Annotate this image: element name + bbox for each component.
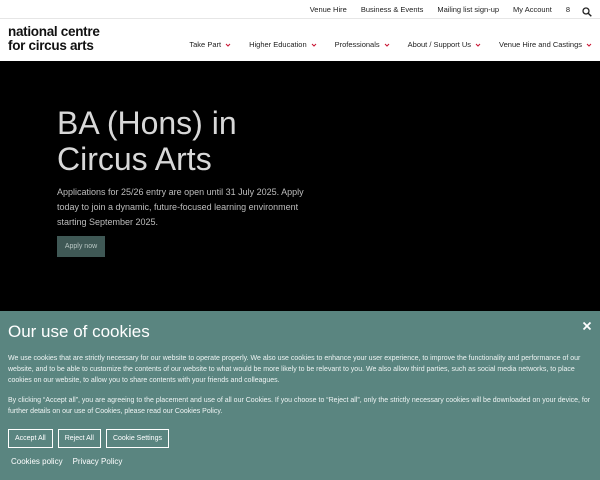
nav-menu: Take Part Higher Education Professionals… xyxy=(171,40,592,49)
nav-item-label: About / Support Us xyxy=(407,40,472,49)
cookie-settings-button[interactable]: Cookie Settings xyxy=(105,429,169,448)
nav-item-label: Professionals xyxy=(334,40,380,49)
nav-item-label: Venue Hire and Castings xyxy=(499,40,582,49)
hero-title-line-1: BA (Hons) in xyxy=(57,105,237,141)
site-logo[interactable]: national centre for circus arts xyxy=(8,25,100,53)
logo-line-2: for circus arts xyxy=(8,38,94,53)
topbar-link-mailing-list[interactable]: Mailing list sign-up xyxy=(437,5,499,14)
cookie-banner-title: Our use of cookies xyxy=(8,322,150,341)
cookies-policy-link[interactable]: Cookies policy xyxy=(11,457,63,466)
nav-item-professionals[interactable]: Professionals xyxy=(335,40,390,49)
hero-title: BA (Hons) in Circus Arts xyxy=(57,105,357,177)
nav-item-take-part[interactable]: Take Part xyxy=(189,40,231,49)
chevron-down-icon xyxy=(475,43,481,47)
topbar-link-my-account[interactable]: My Account xyxy=(513,5,552,14)
main-navigation: national centre for circus arts Take Par… xyxy=(0,19,600,61)
cookie-links: Cookies policy Privacy Policy xyxy=(11,457,132,466)
logo-line-1: national centre xyxy=(8,24,100,39)
accept-all-button[interactable]: Accept All xyxy=(8,429,53,448)
nav-item-label: Higher Education xyxy=(249,40,307,49)
top-utility-bar: Venue Hire Business & Events Mailing lis… xyxy=(0,0,600,19)
reject-all-button[interactable]: Reject All xyxy=(57,429,101,448)
cookie-button-group: Accept All Reject All Cookie Settings xyxy=(8,429,174,448)
nav-item-about-support[interactable]: About / Support Us xyxy=(408,40,481,49)
chevron-down-icon xyxy=(586,43,592,47)
topbar-link-extra[interactable]: 8 xyxy=(566,5,570,14)
topbar-link-venue-hire[interactable]: Venue Hire xyxy=(310,5,347,14)
search-icon[interactable] xyxy=(582,4,592,17)
hero-banner: BA (Hons) in Circus Arts Applications fo… xyxy=(0,61,600,311)
nav-item-label: Take Part xyxy=(189,40,222,49)
chevron-down-icon xyxy=(225,43,231,47)
chevron-down-icon xyxy=(311,43,316,47)
nav-item-venue-hire-castings[interactable]: Venue Hire and Castings xyxy=(499,40,592,49)
nav-item-higher-education[interactable]: Higher Education xyxy=(249,40,317,49)
chevron-down-icon xyxy=(384,43,390,47)
hero-description: Applications for 25/26 entry are open un… xyxy=(57,187,304,227)
cookie-consent-info: By clicking “Accept all”, you are agreei… xyxy=(8,397,591,415)
cookie-description: We use cookies that are strictly necessa… xyxy=(8,355,581,384)
privacy-policy-link[interactable]: Privacy Policy xyxy=(73,457,123,466)
hero-title-line-2: Circus Arts xyxy=(57,141,212,177)
apply-now-button[interactable]: Apply now xyxy=(57,236,105,257)
close-icon[interactable] xyxy=(582,321,592,331)
topbar-link-business-events[interactable]: Business & Events xyxy=(361,5,424,14)
cookie-banner: Our use of cookies We use cookies that a… xyxy=(0,311,600,480)
